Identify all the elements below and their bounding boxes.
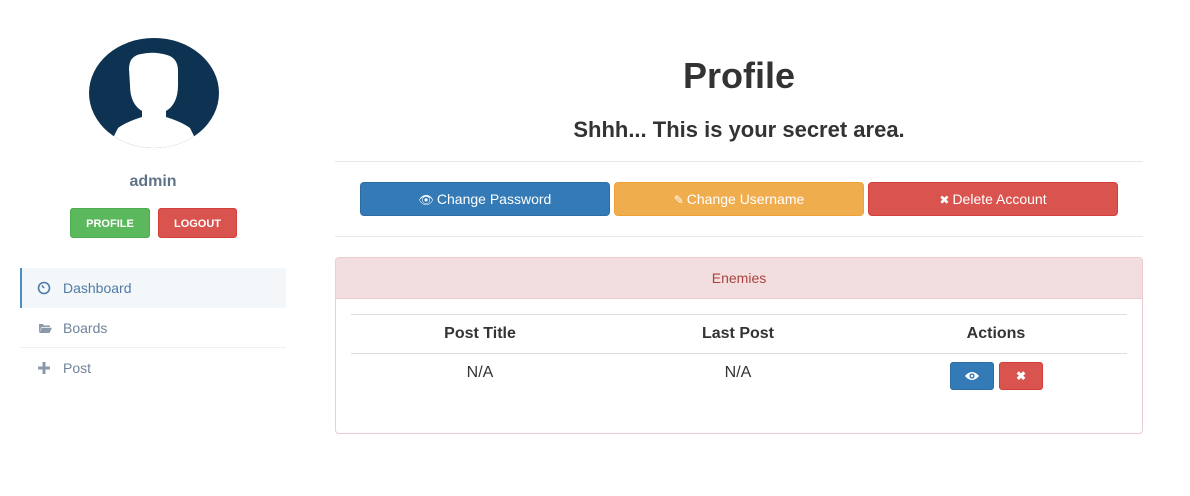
panel-heading: Enemies (336, 258, 1142, 299)
view-button[interactable] (950, 362, 994, 390)
sidebar-item-label: Post (63, 360, 92, 376)
main-content: Profile Shhh... This is your secret area… (335, 0, 1143, 496)
delete-account-button[interactable]: ✖ Delete Account (868, 182, 1118, 216)
plus-icon (38, 362, 50, 374)
column-header-actions: Actions (966, 325, 1026, 342)
cell-post-title: N/A (466, 364, 494, 381)
divider (335, 161, 1143, 162)
eye-icon (965, 372, 979, 380)
sidebar-item-label: Dashboard (63, 280, 132, 296)
profile-button[interactable]: PROFILE (70, 208, 150, 238)
user-silhouette-icon (114, 52, 194, 148)
page-subtitle: Shhh... This is your secret area. (573, 117, 905, 142)
delete-account-label: Delete Account (952, 191, 1047, 207)
username: admin (129, 173, 177, 190)
close-icon: ✖ (939, 193, 950, 207)
sidebar-nav: Dashboard Boards Post (20, 268, 286, 388)
folder-open-icon (39, 324, 52, 333)
sidebar-item-dashboard[interactable]: Dashboard (20, 268, 286, 308)
eye-icon: 👁 (418, 193, 434, 207)
cell-last-post: N/A (724, 364, 752, 381)
sidebar-item-post[interactable]: Post (20, 348, 286, 388)
change-username-label: Change Username (686, 191, 805, 207)
column-header-post-title: Post Title (444, 325, 516, 342)
change-password-button[interactable]: 👁 Change Password (360, 182, 610, 216)
change-password-label: Change Password (436, 191, 552, 207)
sidebar: admin PROFILE LOGOUT Dashboard Boards Po… (20, 0, 286, 496)
table-header-row: Post Title Last Post Actions (351, 314, 1127, 354)
divider (335, 236, 1143, 237)
avatar (89, 38, 219, 148)
enemies-table: Post Title Last Post Actions N/A N/A ✖ (351, 314, 1127, 394)
column-header-last-post: Last Post (701, 325, 774, 342)
sidebar-item-boards[interactable]: Boards (20, 308, 286, 348)
enemies-panel: Enemies Post Title Last Post Actions N/A… (335, 257, 1143, 434)
dashboard-icon (37, 281, 51, 295)
delete-row-button[interactable]: ✖ (999, 362, 1043, 390)
pencil-icon: ✎ (673, 193, 684, 207)
page-title: Profile (682, 55, 796, 96)
sidebar-item-label: Boards (63, 320, 108, 336)
table-row: N/A N/A ✖ (351, 354, 1127, 394)
change-username-button[interactable]: ✎ Change Username (614, 182, 864, 216)
logout-button[interactable]: LOGOUT (158, 208, 237, 238)
close-icon: ✖ (1015, 369, 1027, 383)
